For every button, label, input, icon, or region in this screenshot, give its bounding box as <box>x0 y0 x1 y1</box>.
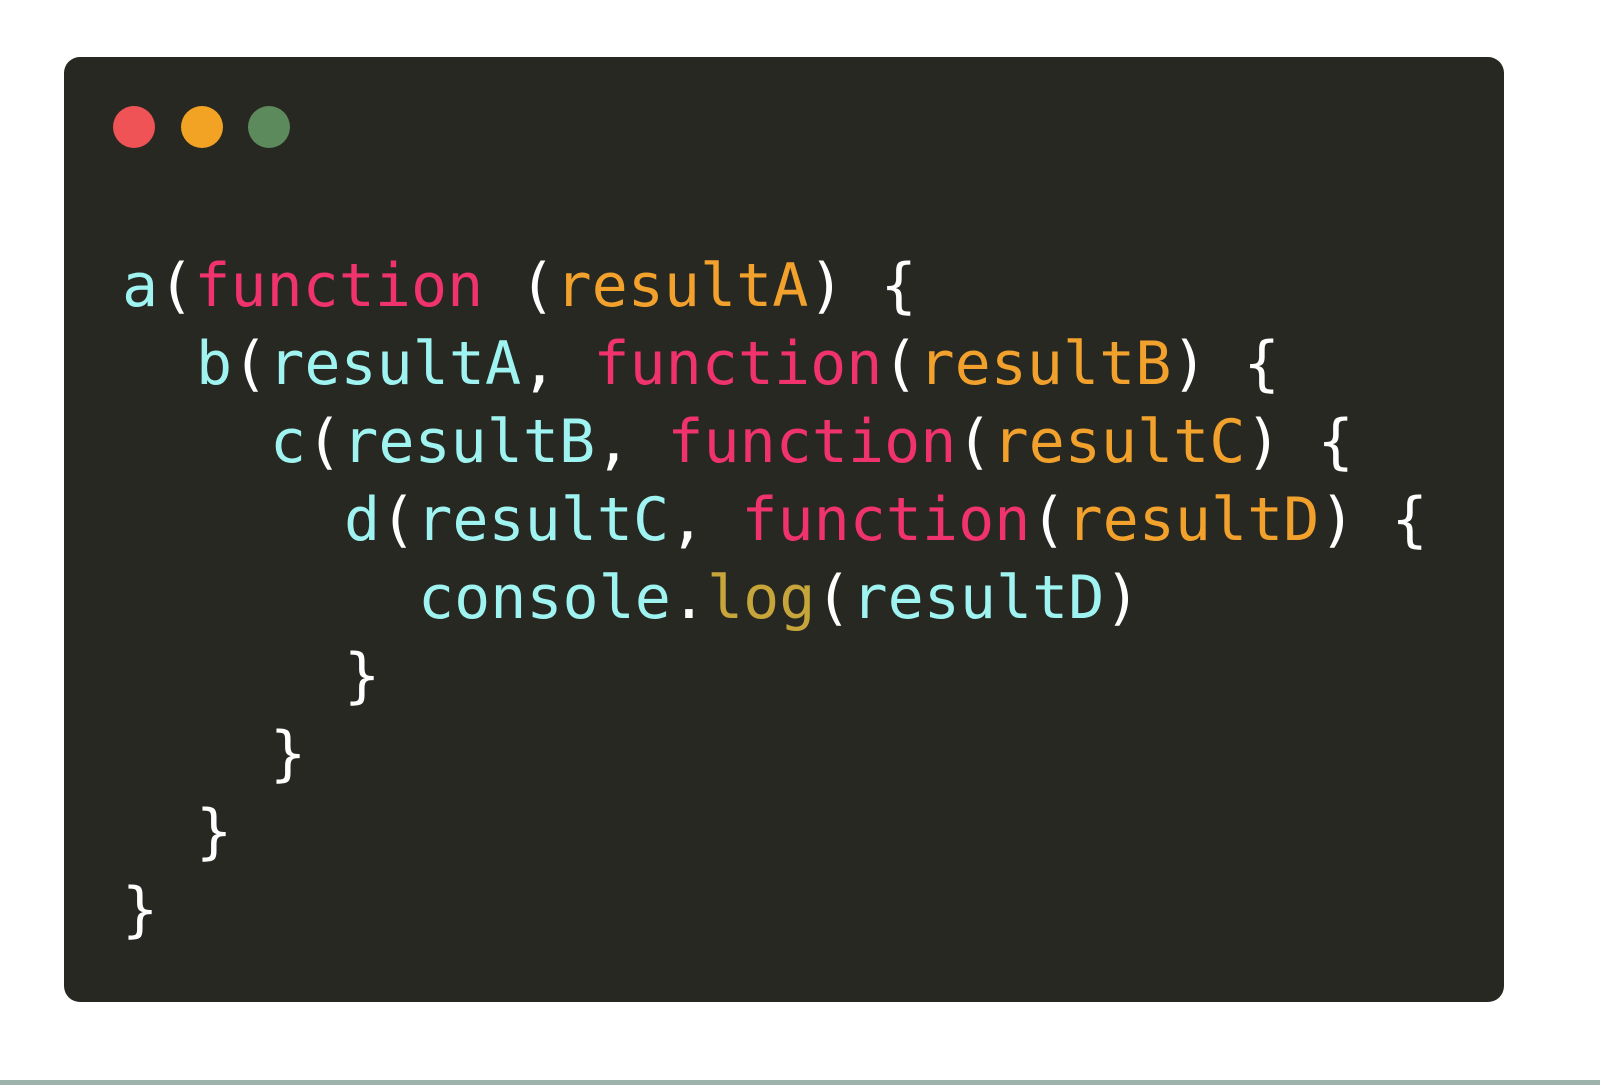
code-token-identifier: a <box>122 251 159 321</box>
code-token-parameter: resultD <box>1066 485 1320 555</box>
code-token-identifier: resultD <box>851 563 1105 633</box>
code-token-identifier: resultA <box>268 329 522 399</box>
code-token-punctuation: } <box>344 641 381 711</box>
code-line: c(resultB, function(resultC) { <box>122 403 1428 481</box>
minimize-dot-icon[interactable] <box>181 106 223 148</box>
bottom-divider <box>0 1080 1600 1085</box>
code-token-punctuation: } <box>270 719 307 789</box>
code-window: a(function (resultA) {b(resultA, functio… <box>64 57 1504 1002</box>
code-token-punctuation: . <box>670 563 707 633</box>
code-token-punctuation: , <box>595 407 668 477</box>
code-token-punctuation: ( <box>483 251 556 321</box>
code-line: } <box>122 637 1428 715</box>
code-token-punctuation: ( <box>815 563 852 633</box>
code-token-method: log <box>707 563 816 633</box>
code-token-keyword: function <box>194 251 484 321</box>
code-line: } <box>122 871 1428 949</box>
code-token-punctuation: ( <box>956 407 993 477</box>
code-token-punctuation: } <box>122 875 159 945</box>
code-token-identifier: d <box>344 485 381 555</box>
code-token-punctuation: ) { <box>808 251 917 321</box>
close-dot-icon[interactable] <box>113 106 155 148</box>
code-token-punctuation: ( <box>380 485 417 555</box>
code-token-punctuation: ) { <box>1245 407 1354 477</box>
code-token-punctuation: ( <box>306 407 343 477</box>
code-token-punctuation: ) { <box>1319 485 1428 555</box>
code-token-identifier: console <box>418 563 671 633</box>
code-token-punctuation: ( <box>232 329 269 399</box>
code-token-punctuation: , <box>521 329 594 399</box>
code-line: } <box>122 793 1428 871</box>
code-line: b(resultA, function(resultB) { <box>122 325 1428 403</box>
code-line: d(resultC, function(resultD) { <box>122 481 1428 559</box>
code-token-parameter: resultB <box>918 329 1172 399</box>
code-token-punctuation: ( <box>1030 485 1067 555</box>
code-block: a(function (resultA) {b(resultA, functio… <box>122 247 1428 949</box>
code-token-punctuation: } <box>196 797 233 867</box>
code-token-punctuation: ( <box>158 251 195 321</box>
maximize-dot-icon[interactable] <box>248 106 290 148</box>
code-token-punctuation: ) <box>1104 563 1141 633</box>
code-line: a(function (resultA) { <box>122 247 1428 325</box>
code-token-punctuation: , <box>669 485 742 555</box>
code-line: console.log(resultD) <box>122 559 1428 637</box>
code-token-identifier: resultC <box>416 485 670 555</box>
code-token-identifier: b <box>196 329 233 399</box>
code-line: } <box>122 715 1428 793</box>
code-token-identifier: c <box>270 407 307 477</box>
code-token-punctuation: ) { <box>1171 329 1280 399</box>
code-token-keyword: function <box>593 329 883 399</box>
code-token-keyword: function <box>741 485 1031 555</box>
code-token-parameter: resultA <box>555 251 809 321</box>
code-token-parameter: resultC <box>992 407 1246 477</box>
page: a(function (resultA) {b(resultA, functio… <box>0 0 1600 1085</box>
code-token-keyword: function <box>667 407 957 477</box>
code-token-punctuation: ( <box>882 329 919 399</box>
code-token-identifier: resultB <box>342 407 596 477</box>
